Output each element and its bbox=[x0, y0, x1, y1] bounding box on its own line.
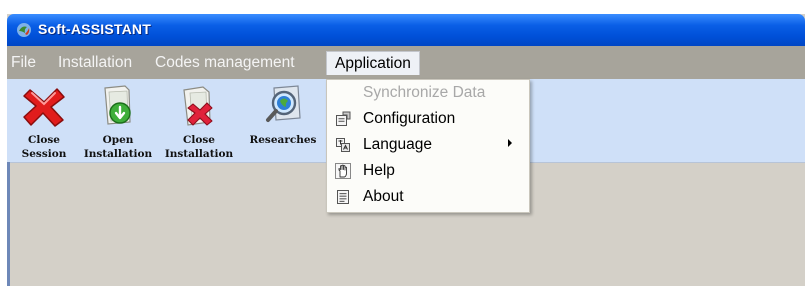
app-window: Soft-ASSISTANT File Installation Codes m… bbox=[7, 14, 805, 286]
workspace-left-border bbox=[7, 162, 10, 286]
close-installation-button[interactable]: Close Installation bbox=[159, 79, 239, 162]
language-label: Language bbox=[363, 136, 432, 153]
help-label: Help bbox=[363, 162, 395, 179]
menu-codes-management[interactable]: Codes management bbox=[155, 52, 295, 74]
about-document-icon bbox=[337, 190, 349, 204]
magnifier-globe-icon bbox=[266, 85, 301, 122]
close-installation-label: Close Installation bbox=[164, 134, 234, 160]
close-document-icon bbox=[183, 86, 213, 126]
window-title: Soft-ASSISTANT bbox=[38, 21, 151, 37]
open-installation-button[interactable]: Open Installation bbox=[79, 79, 157, 162]
configuration-icon bbox=[336, 111, 351, 126]
open-installation-label: Open Installation bbox=[83, 134, 153, 160]
about-label: About bbox=[363, 188, 404, 205]
researches-button[interactable]: Researches bbox=[243, 79, 323, 162]
menu-item-help[interactable]: Help bbox=[327, 159, 529, 184]
menu-installation[interactable]: Installation bbox=[58, 52, 132, 74]
language-icon bbox=[336, 138, 350, 152]
menu-application[interactable]: Application bbox=[326, 51, 420, 75]
menu-bar: File Installation Codes management Appli… bbox=[7, 46, 805, 79]
help-hand-icon bbox=[335, 163, 351, 179]
red-x-icon bbox=[23, 88, 65, 127]
close-session-button[interactable]: Close Session bbox=[9, 79, 79, 162]
configuration-label: Configuration bbox=[363, 110, 456, 127]
menu-item-language[interactable]: Language bbox=[327, 133, 529, 158]
app-logo-icon bbox=[17, 23, 31, 37]
menu-item-synchronize-data[interactable]: Synchronize Data bbox=[327, 81, 529, 106]
close-session-label: Close Session bbox=[21, 134, 67, 160]
application-menu-dropdown: Synchronize Data Configuration Language bbox=[326, 79, 530, 213]
menu-file[interactable]: File bbox=[11, 52, 36, 74]
menu-item-about[interactable]: About bbox=[327, 185, 529, 210]
open-document-icon bbox=[104, 85, 131, 125]
submenu-arrow-icon bbox=[508, 139, 512, 147]
title-bar[interactable]: Soft-ASSISTANT bbox=[7, 14, 805, 46]
synchronize-data-label: Synchronize Data bbox=[363, 84, 486, 101]
menu-item-configuration[interactable]: Configuration bbox=[327, 107, 529, 132]
researches-label: Researches bbox=[249, 134, 317, 146]
